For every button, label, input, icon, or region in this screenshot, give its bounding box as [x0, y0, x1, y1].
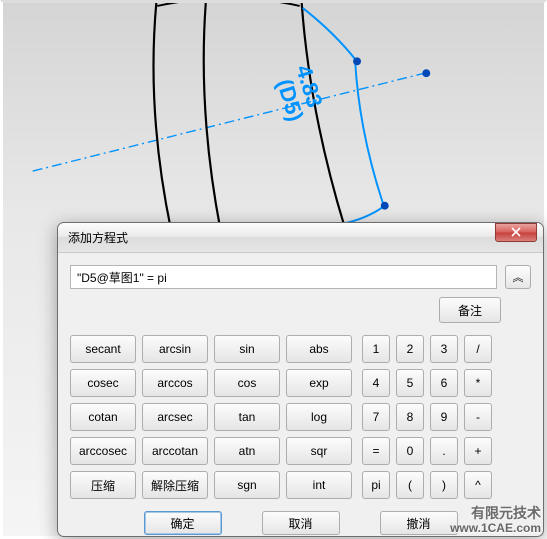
fn-int[interactable]: int: [286, 471, 352, 499]
fn-cotan[interactable]: cotan: [70, 403, 136, 431]
key-6[interactable]: 6: [430, 369, 458, 397]
fn-arccos[interactable]: arccos: [142, 369, 208, 397]
key-8[interactable]: 8: [396, 403, 424, 431]
key-multiply[interactable]: *: [464, 369, 492, 397]
key-lparen[interactable]: (: [396, 471, 424, 499]
fn-sgn[interactable]: sgn: [214, 471, 280, 499]
fn-sin[interactable]: sin: [214, 335, 280, 363]
watermark: 有限元技术 www.1CAE.com: [450, 506, 541, 535]
key-4[interactable]: 4: [362, 369, 390, 397]
fn-exp[interactable]: exp: [286, 369, 352, 397]
function-keypad: secant arcsin sin abs cosec arccos cos e…: [70, 335, 352, 499]
fn-arcsec[interactable]: arcsec: [142, 403, 208, 431]
fn-abs[interactable]: abs: [286, 335, 352, 363]
numeric-keypad: 1 2 3 / 4 5 6 * 7 8 9 - = 0 . + pi ( ) ^: [362, 335, 492, 499]
chevron-up-icon: ︽: [513, 269, 524, 285]
fn-suppress[interactable]: 压缩: [70, 471, 136, 499]
key-rparen[interactable]: ): [430, 471, 458, 499]
dialog-title: 添加方程式: [68, 229, 128, 246]
undo-button[interactable]: 撤消: [380, 511, 458, 535]
key-power[interactable]: ^: [464, 471, 492, 499]
fn-cos[interactable]: cos: [214, 369, 280, 397]
key-minus[interactable]: -: [464, 403, 492, 431]
key-pi[interactable]: pi: [362, 471, 390, 499]
equation-input[interactable]: [70, 265, 497, 289]
add-equation-dialog: 添加方程式 ︽ 备注 secant arcsin sin abs cosec a…: [57, 222, 544, 537]
fn-sqr[interactable]: sqr: [286, 437, 352, 465]
key-9[interactable]: 9: [430, 403, 458, 431]
key-dot[interactable]: .: [430, 437, 458, 465]
key-3[interactable]: 3: [430, 335, 458, 363]
key-divide[interactable]: /: [464, 335, 492, 363]
key-2[interactable]: 2: [396, 335, 424, 363]
fn-atn[interactable]: atn: [214, 437, 280, 465]
watermark-text: 有限元技术: [471, 506, 541, 521]
fn-log[interactable]: log: [286, 403, 352, 431]
collapse-button[interactable]: ︽: [505, 265, 531, 289]
close-button[interactable]: [495, 223, 537, 242]
dialog-titlebar[interactable]: 添加方程式: [58, 223, 543, 253]
key-7[interactable]: 7: [362, 403, 390, 431]
key-plus[interactable]: +: [464, 437, 492, 465]
close-icon: [510, 227, 522, 237]
note-button[interactable]: 备注: [439, 297, 501, 323]
key-0[interactable]: 0: [396, 437, 424, 465]
key-equals[interactable]: =: [362, 437, 390, 465]
watermark-url: www.1CAE.com: [450, 522, 541, 535]
fn-secant[interactable]: secant: [70, 335, 136, 363]
cancel-button[interactable]: 取消: [262, 511, 340, 535]
key-5[interactable]: 5: [396, 369, 424, 397]
ok-button[interactable]: 确定: [144, 511, 222, 535]
fn-tan[interactable]: tan: [214, 403, 280, 431]
fn-arccosec[interactable]: arccosec: [70, 437, 136, 465]
fn-unsuppress[interactable]: 解除压缩: [142, 471, 208, 499]
key-1[interactable]: 1: [362, 335, 390, 363]
fn-arcsin[interactable]: arcsin: [142, 335, 208, 363]
fn-arccotan[interactable]: arccotan: [142, 437, 208, 465]
fn-cosec[interactable]: cosec: [70, 369, 136, 397]
